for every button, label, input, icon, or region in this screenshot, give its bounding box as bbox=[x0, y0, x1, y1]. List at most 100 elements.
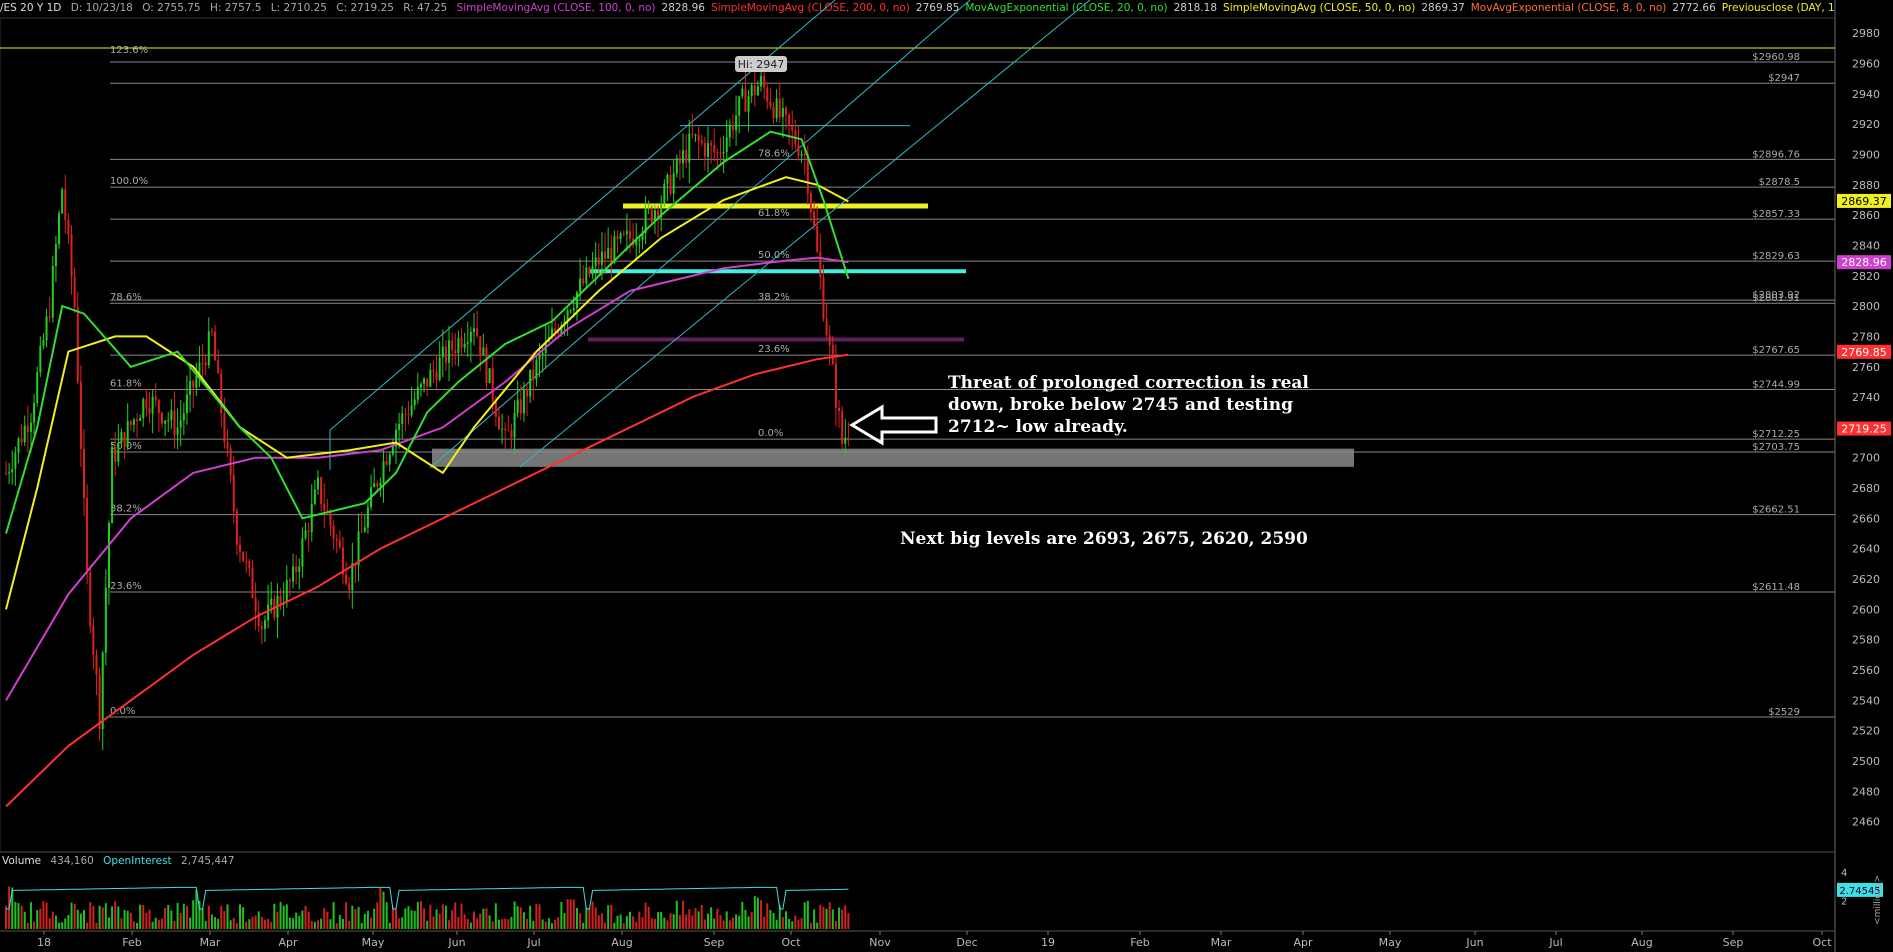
candle-body bbox=[407, 414, 410, 416]
x-tick-label-0: 18 bbox=[37, 936, 51, 949]
candle-body bbox=[220, 373, 223, 414]
candle-body bbox=[485, 347, 488, 383]
candle-body bbox=[538, 355, 541, 360]
candle-body bbox=[76, 307, 79, 382]
candle-body bbox=[675, 158, 678, 174]
candle-body bbox=[781, 107, 784, 118]
candle-body bbox=[460, 337, 463, 348]
candle-body bbox=[376, 483, 379, 487]
y-tick-label-23: 2920 bbox=[1852, 118, 1880, 131]
candle-body bbox=[17, 438, 20, 453]
candle-body bbox=[738, 96, 741, 116]
candle-body bbox=[98, 674, 101, 729]
candle-body bbox=[401, 413, 404, 424]
candle-body bbox=[834, 364, 837, 408]
candle-body bbox=[479, 336, 482, 356]
candle-body bbox=[416, 387, 419, 400]
price-level-label-8: $2767.65 bbox=[1752, 345, 1800, 356]
candle-body bbox=[182, 413, 185, 421]
candle-body bbox=[45, 316, 48, 341]
candle-body bbox=[11, 469, 14, 473]
price-level-label-7: $2801.91 bbox=[1752, 293, 1800, 304]
candle-body bbox=[507, 430, 510, 432]
candle-body bbox=[438, 357, 441, 380]
candle-body bbox=[688, 133, 691, 163]
candle-body bbox=[86, 498, 89, 573]
candle-body bbox=[167, 419, 170, 421]
candle-body bbox=[763, 75, 766, 88]
candle-body bbox=[809, 193, 812, 212]
candle-body bbox=[164, 420, 167, 424]
candle-body bbox=[797, 144, 800, 156]
candle-body bbox=[554, 328, 557, 332]
price-badge-label-3: 2719.25 bbox=[1841, 423, 1887, 436]
candle-body bbox=[185, 394, 188, 414]
candle-body bbox=[292, 566, 295, 582]
candle-body bbox=[179, 420, 182, 428]
y-tick-label-16: 2780 bbox=[1852, 330, 1880, 343]
candle-body bbox=[476, 328, 479, 337]
candle-body bbox=[597, 257, 600, 265]
candle-body bbox=[36, 372, 39, 404]
candle-body bbox=[279, 595, 282, 604]
candle-body bbox=[161, 413, 163, 424]
y-tick-label-5: 2560 bbox=[1852, 664, 1880, 677]
candle-body bbox=[588, 267, 591, 275]
y-tick-label-20: 2860 bbox=[1852, 209, 1880, 222]
candle-body bbox=[535, 359, 538, 380]
candle-body bbox=[357, 531, 360, 566]
candle-body bbox=[747, 96, 750, 112]
price-level-label-1: $2947 bbox=[1768, 73, 1800, 84]
candle-body bbox=[522, 388, 525, 414]
candle-body bbox=[619, 233, 622, 240]
price-level-label-4: $2857.33 bbox=[1752, 209, 1800, 220]
candle-body bbox=[504, 428, 507, 431]
candle-body bbox=[42, 340, 45, 346]
y-tick-label-18: 2820 bbox=[1852, 270, 1880, 283]
candle-body bbox=[766, 87, 769, 102]
candle-body bbox=[360, 531, 363, 533]
y-tick-label-10: 2660 bbox=[1852, 512, 1880, 525]
candle-body bbox=[741, 88, 744, 97]
candle-body bbox=[263, 620, 266, 629]
x-tick-label-1: Feb bbox=[122, 936, 141, 949]
x-tick-label-15: Apr bbox=[1293, 936, 1313, 949]
x-tick-label-13: Feb bbox=[1130, 936, 1149, 949]
candle-body bbox=[491, 368, 494, 402]
y-tick-label-22: 2900 bbox=[1852, 148, 1880, 161]
candle-body bbox=[719, 152, 722, 154]
candle-body bbox=[728, 124, 731, 138]
candle-body bbox=[148, 407, 151, 414]
volume-label: Volume bbox=[2, 855, 42, 867]
candle-body bbox=[822, 277, 825, 319]
x-tick-label-9: Oct bbox=[781, 936, 801, 949]
fib-left-label-7: 0.0% bbox=[110, 706, 135, 717]
candle-body bbox=[650, 207, 653, 222]
candle-body bbox=[248, 561, 251, 569]
price-level-label-2: $2896.76 bbox=[1752, 149, 1800, 160]
x-tick-label-16: May bbox=[1379, 936, 1402, 949]
y-tick-label-9: 2640 bbox=[1852, 543, 1880, 556]
candle-body bbox=[756, 86, 759, 96]
candle-body bbox=[338, 540, 341, 548]
candle-body bbox=[444, 346, 447, 363]
candle-body bbox=[391, 446, 394, 455]
volume-tick-1: 4 bbox=[1841, 868, 1847, 879]
price-level-label-10: $2712.25 bbox=[1752, 429, 1800, 440]
x-tick-label-7: Aug bbox=[611, 936, 632, 949]
candle-body bbox=[173, 410, 176, 435]
annotation-arrow bbox=[849, 404, 938, 446]
candle-body bbox=[785, 107, 787, 115]
candle-body bbox=[600, 251, 603, 265]
price-chart[interactable]: 2460 2480 2500 2520 2540 2560 2580 2600 2620 2640… bbox=[0, 0, 1893, 952]
x-tick-label-14: Mar bbox=[1211, 936, 1232, 949]
candle-body bbox=[435, 371, 438, 380]
candle-body bbox=[79, 381, 82, 449]
candle-body bbox=[585, 267, 588, 284]
volume-value: 434,160 bbox=[50, 855, 94, 867]
candle-body bbox=[8, 472, 11, 474]
candle-body bbox=[828, 335, 831, 346]
candle-body bbox=[622, 233, 625, 235]
candle-body bbox=[117, 442, 120, 462]
y-tick-label-1: 2480 bbox=[1852, 785, 1880, 798]
